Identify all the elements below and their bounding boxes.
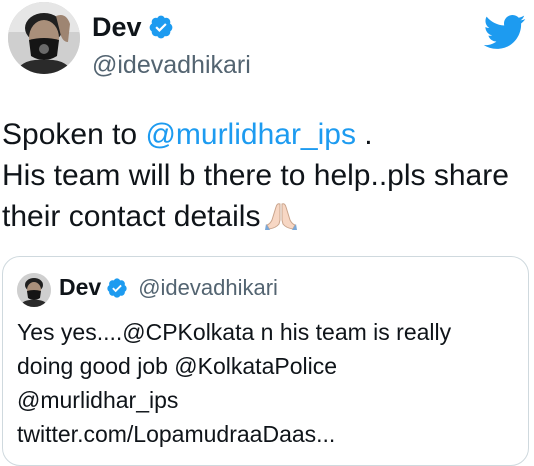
quoted-tweet-card[interactable]: Dev @idevadhikari Yes yes....@CPKolkata … <box>2 256 529 466</box>
quoted-author-avatar[interactable] <box>17 273 51 307</box>
quoted-line-1: Yes yes....@CPKolkata n his team is real… <box>17 319 452 345</box>
tweet-line-1: Spoken to @murlidhar_ips . <box>2 114 532 155</box>
folded-hands-emoji-icon <box>264 200 298 230</box>
tweet-line-3: their contact details <box>2 196 532 237</box>
verified-badge-icon <box>106 277 128 299</box>
mention-link-murlidhar[interactable]: @murlidhar_ips <box>145 118 356 151</box>
tweet-line-1-prefix: Spoken to <box>2 118 146 151</box>
quoted-avatar-photo <box>17 273 51 307</box>
tweet-card: Dev @idevadhikari Spoken to @murlidhar_i… <box>0 0 534 466</box>
author-display-name[interactable]: Dev <box>92 12 142 42</box>
verified-badge-icon <box>148 14 174 40</box>
quoted-handle[interactable]: @idevadhikari <box>138 275 278 301</box>
author-avatar[interactable] <box>8 2 80 74</box>
quoted-line-3: @murlidhar_ips <box>17 387 179 413</box>
avatar-photo <box>8 2 80 74</box>
quoted-line-2: doing good job @KolkataPolice <box>17 353 338 379</box>
tweet-line-2: His team will b there to help..pls share <box>2 159 509 192</box>
quoted-line-4[interactable]: twitter.com/LopamudraaDaas... <box>17 417 522 451</box>
tweet-line-3-text: their contact details <box>2 200 261 233</box>
author-handle[interactable]: @idevadhikari <box>92 50 251 80</box>
author-name-row: Dev <box>92 12 174 42</box>
quoted-display-name[interactable]: Dev <box>59 274 101 301</box>
quoted-author-row: Dev @idevadhikari <box>59 274 278 301</box>
quoted-tweet-text: Yes yes....@CPKolkata n his team is real… <box>17 315 522 451</box>
tweet-line-1-suffix: . <box>355 118 373 151</box>
tweet-text: Spoken to @murlidhar_ips . His team will… <box>2 114 532 237</box>
twitter-bird-icon[interactable] <box>482 10 526 54</box>
